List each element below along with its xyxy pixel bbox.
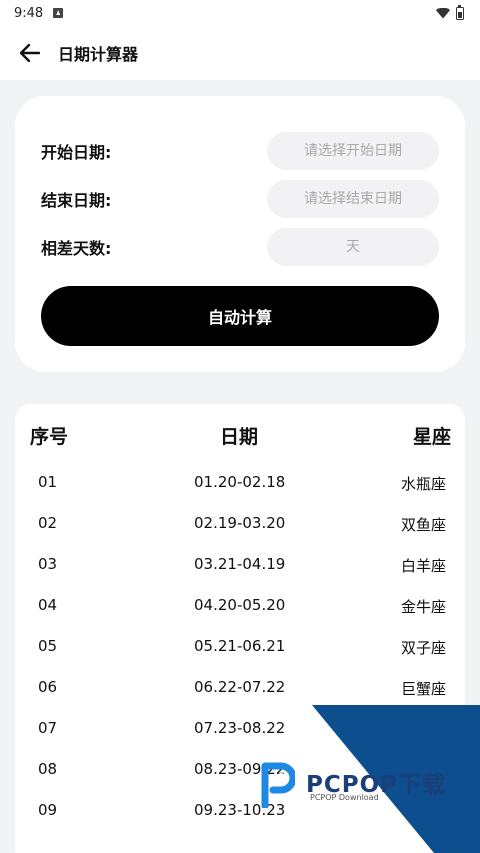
back-button[interactable]: [18, 41, 42, 65]
row-date: 04.20-05.20: [194, 596, 286, 614]
row-sign: 白羊座: [400, 557, 446, 575]
start-date-input[interactable]: [267, 132, 439, 170]
row-index: 02: [38, 514, 58, 532]
row-index: 07: [38, 719, 58, 737]
row-sign: 巨蟹座: [400, 680, 446, 698]
row-index: 04: [38, 596, 58, 614]
app-bar: 日期计算器: [0, 26, 480, 80]
row-sign: 水瓶座: [400, 475, 446, 493]
header-sign: 星座: [412, 426, 451, 448]
start-date-label: 开始日期:: [41, 143, 112, 162]
zodiac-table-card: 序号 日期 星座 01 01.20-02.18 水瓶座 02 02.19-03.…: [15, 404, 465, 853]
row-date: 01.20-02.18: [194, 473, 286, 491]
row-date: 08.23-09.22: [194, 760, 286, 778]
table-row: 05 05.21-06.21 双子座: [15, 632, 465, 662]
table-row: 01 01.20-02.18 水瓶座: [15, 468, 465, 498]
row-index: 09: [38, 801, 58, 819]
row-date: 09.23-10.23: [194, 801, 286, 819]
row-sign: 双鱼座: [400, 516, 446, 534]
table-row: 07 07.23-08.22: [15, 714, 465, 744]
start-date-row: 开始日期:: [41, 132, 439, 170]
row-index: 01: [38, 473, 58, 491]
date-form-card: 开始日期: 结束日期: 相差天数: 自动计算: [15, 96, 465, 372]
row-date: 03.21-04.19: [194, 555, 286, 573]
row-date: 07.23-08.22: [194, 719, 286, 737]
row-sign: 双子座: [400, 639, 446, 657]
row-index: 06: [38, 678, 58, 696]
row-date: 02.19-03.20: [194, 514, 286, 532]
days-diff-label: 相差天数:: [41, 239, 112, 258]
table-row: 06 06.22-07.22 巨蟹座: [15, 673, 465, 703]
table-row: 03 03.21-04.19 白羊座: [15, 550, 465, 580]
table-row: 04 04.20-05.20 金牛座: [15, 591, 465, 621]
days-diff-row: 相差天数:: [41, 228, 439, 266]
days-diff-field: [267, 228, 439, 266]
end-date-row: 结束日期:: [41, 180, 439, 218]
row-index: 08: [38, 760, 58, 778]
row-index: 05: [38, 637, 58, 655]
row-index: 03: [38, 555, 58, 573]
header-date: 日期: [220, 426, 259, 448]
arrow-left-icon: [20, 44, 40, 62]
page-title: 日期计算器: [58, 45, 139, 64]
header-index: 序号: [30, 426, 69, 448]
row-sign: 天: [430, 803, 446, 821]
table-row: 09 09.23-10.23 天: [15, 796, 465, 826]
notification-app-icon: [53, 8, 64, 18]
table-row: 08 08.23-09.22: [15, 755, 465, 785]
auto-calculate-button[interactable]: 自动计算: [41, 286, 439, 346]
end-date-input[interactable]: [267, 180, 439, 218]
row-date: 05.21-06.21: [194, 637, 286, 655]
status-time: 9:48: [14, 5, 44, 21]
row-date: 06.22-07.22: [194, 678, 286, 696]
table-row: 02 02.19-03.20 双鱼座: [15, 509, 465, 539]
end-date-label: 结束日期:: [41, 191, 112, 210]
wifi-icon: [436, 7, 450, 19]
battery-icon: [456, 4, 464, 20]
status-bar: 9:48: [0, 0, 480, 26]
row-sign: 金牛座: [400, 598, 446, 616]
